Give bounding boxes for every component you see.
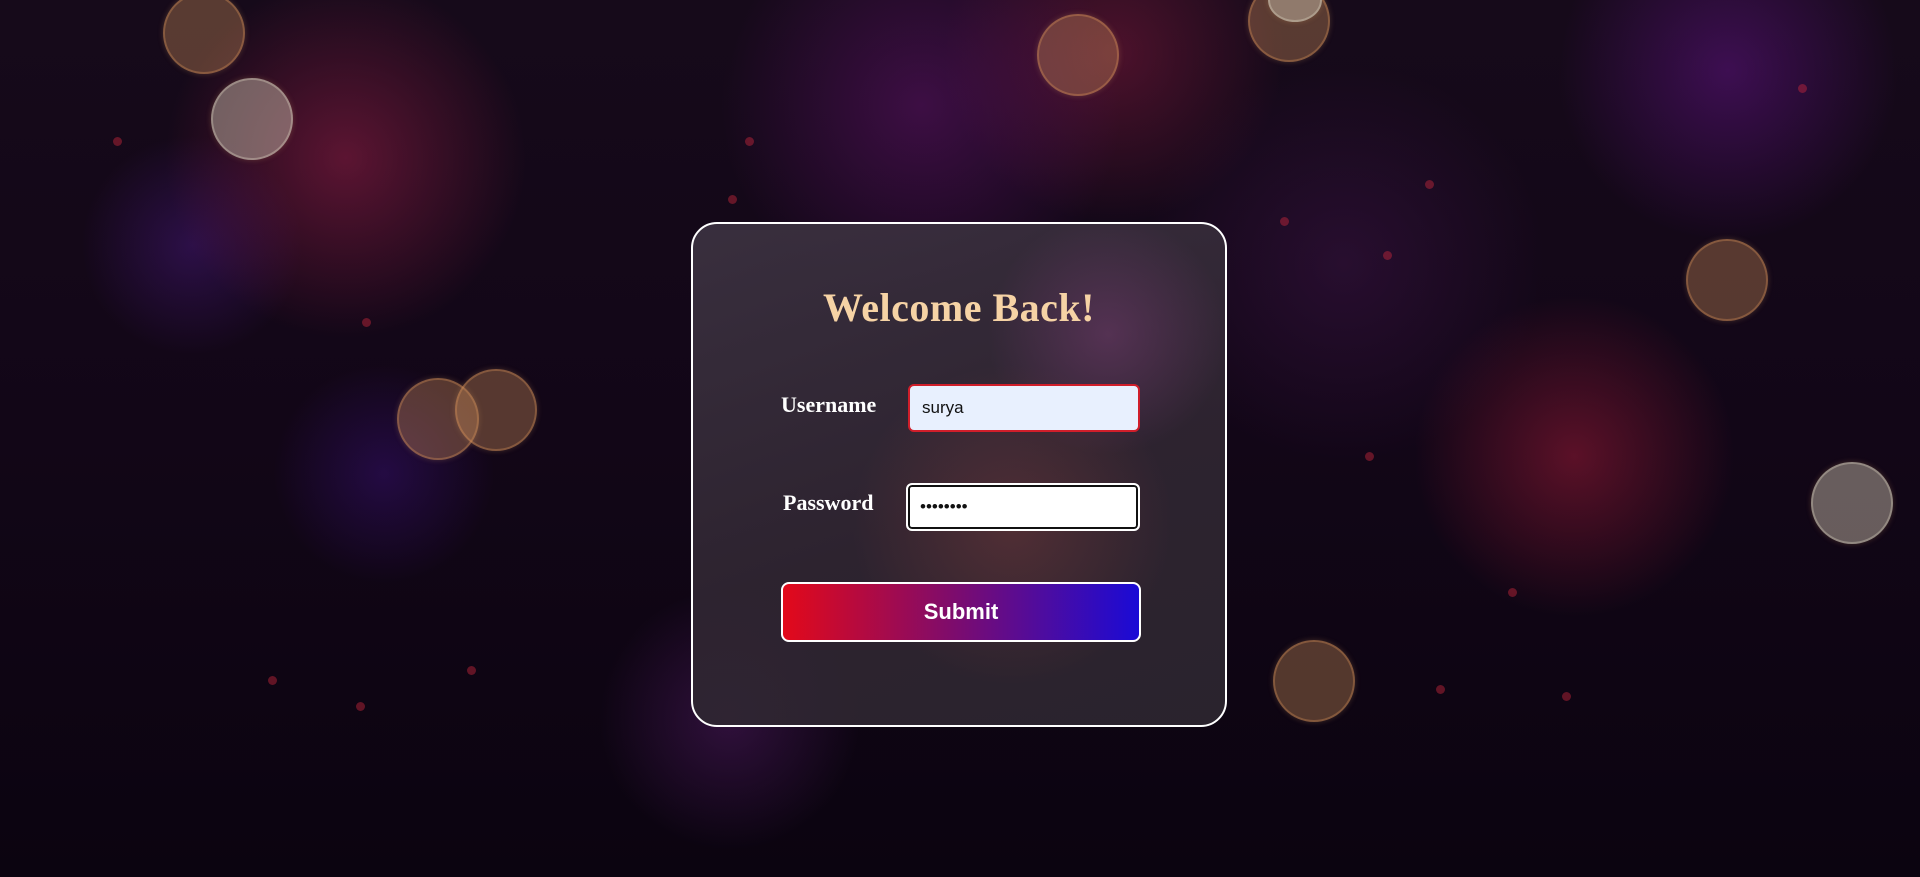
bokeh-light-decoration	[1037, 14, 1119, 96]
login-card: Welcome Back! Username Password Submit	[691, 222, 1227, 727]
submit-button[interactable]: Submit	[781, 582, 1141, 642]
bokeh-light-decoration	[163, 0, 245, 74]
login-page: { "login_form": { "title": "Welcome Back…	[0, 0, 1920, 877]
bokeh-light-decoration	[1273, 640, 1355, 722]
sparkle-decoration	[1508, 588, 1517, 597]
sparkle-decoration	[113, 137, 122, 146]
bokeh-light-decoration	[1811, 462, 1893, 544]
bokeh-light-decoration	[455, 369, 537, 451]
sparkle-decoration	[1562, 692, 1571, 701]
sparkle-decoration	[362, 318, 371, 327]
login-title: Welcome Back!	[823, 285, 1095, 330]
bokeh-light-decoration	[1686, 239, 1768, 321]
bokeh-light-decoration	[211, 78, 293, 160]
username-label: Username	[781, 392, 877, 417]
sparkle-decoration	[1383, 251, 1392, 260]
password-label: Password	[783, 490, 874, 515]
sparkle-decoration	[1365, 452, 1374, 461]
sparkle-decoration	[1436, 685, 1445, 694]
sparkle-decoration	[268, 676, 277, 685]
sparkle-decoration	[356, 702, 365, 711]
sparkle-decoration	[1280, 217, 1289, 226]
username-input[interactable]	[908, 384, 1140, 432]
sparkle-decoration	[467, 666, 476, 675]
password-input[interactable]	[906, 483, 1140, 531]
sparkle-decoration	[1798, 84, 1807, 93]
sparkle-decoration	[745, 137, 754, 146]
sparkle-decoration	[1425, 180, 1434, 189]
sparkle-decoration	[728, 195, 737, 204]
